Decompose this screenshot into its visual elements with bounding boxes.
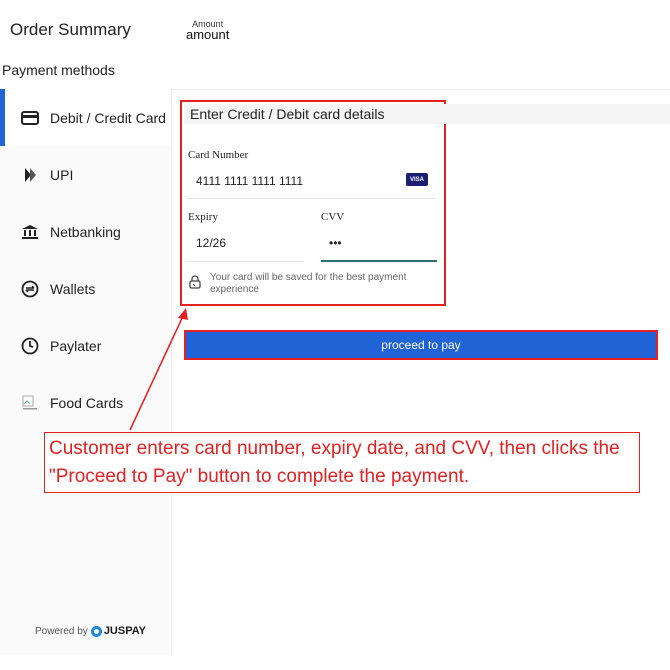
payment-methods-heading: Payment methods [2, 62, 115, 78]
powered-by-label: Powered by [35, 625, 88, 637]
save-card-note: Your card will be saved for the best pay… [188, 272, 440, 296]
payment-methods-sidebar: Debit / Credit Card UPI Netbanking Walle… [0, 89, 172, 655]
expiry-input[interactable]: 12/26 [196, 236, 226, 250]
amount-box: Amount amount [186, 19, 229, 41]
card-number-underline [186, 198, 436, 199]
sidebar-item-label: UPI [50, 166, 74, 183]
card-icon [20, 108, 40, 128]
lock-icon [188, 275, 202, 289]
card-form-title: Enter Credit / Debit card details [184, 104, 670, 124]
powered-by: Powered by JUSPAY [35, 625, 146, 637]
juspay-logo: JUSPAY [90, 625, 147, 637]
sidebar-item-food-cards[interactable]: Food Cards [0, 374, 171, 431]
visa-icon: VISA [406, 173, 428, 186]
header: Order Summary Amount amount [0, 0, 670, 60]
save-card-text: Your card will be saved for the best pay… [210, 272, 407, 295]
cvv-underline [321, 260, 437, 262]
cvv-input[interactable]: ••• [329, 236, 342, 250]
bank-icon [20, 222, 40, 242]
upi-icon [20, 165, 40, 185]
annotation-callout: Customer enters card number, expiry date… [44, 432, 640, 493]
sidebar-item-debit-credit-card[interactable]: Debit / Credit Card [0, 89, 171, 146]
sidebar-item-paylater[interactable]: Paylater [0, 317, 171, 374]
juspay-logo-icon [90, 625, 102, 637]
expiry-label: Expiry [188, 211, 218, 223]
sidebar-item-label: Netbanking [50, 223, 121, 240]
page-title: Order Summary [10, 20, 131, 39]
juspay-brand: JUSPAY [103, 625, 147, 637]
sidebar-item-label: Paylater [50, 337, 102, 354]
proceed-to-pay-button[interactable]: proceed to pay [184, 330, 658, 360]
expiry-underline [186, 261, 304, 262]
sidebar-item-label: Debit / Credit Card [50, 109, 166, 126]
card-number-label: Card Number [188, 149, 249, 161]
card-number-input[interactable]: 4111 1111 1111 1111 [196, 174, 303, 188]
food-card-image-icon [20, 393, 40, 413]
sidebar-item-upi[interactable]: UPI [0, 146, 171, 203]
sidebar-item-netbanking[interactable]: Netbanking [0, 203, 171, 260]
sidebar-item-label: Wallets [50, 280, 96, 297]
sidebar-item-wallets[interactable]: Wallets [0, 260, 171, 317]
amount-value: amount [186, 27, 230, 42]
sidebar-item-label: Food Cards [50, 394, 124, 411]
wallet-icon [20, 279, 40, 299]
cvv-label: CVV [321, 211, 345, 223]
content-divider [172, 89, 670, 90]
paylater-icon [20, 336, 40, 356]
